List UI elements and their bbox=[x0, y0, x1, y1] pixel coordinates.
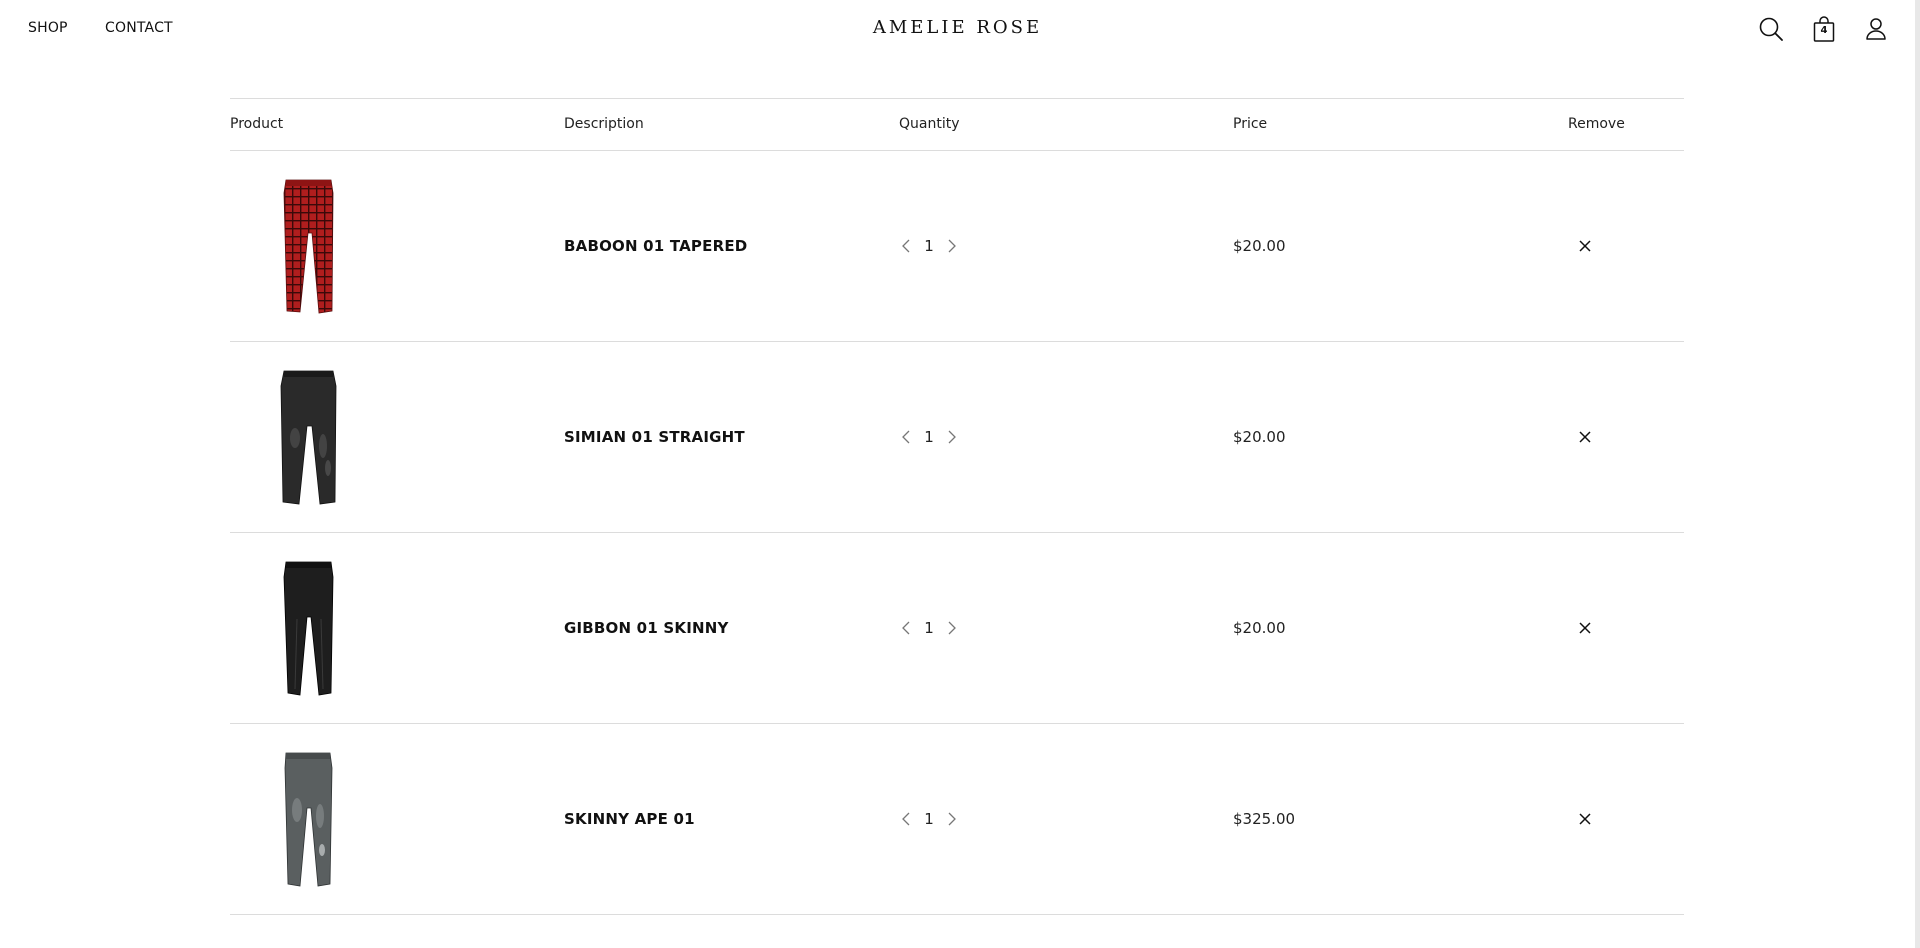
quantity-increase-button[interactable] bbox=[944, 235, 960, 257]
chevron-left-icon bbox=[902, 430, 910, 444]
quantity-increase-button[interactable] bbox=[944, 617, 960, 639]
product-name[interactable]: BABOON 01 TAPERED bbox=[564, 237, 747, 255]
search-button[interactable] bbox=[1757, 14, 1785, 44]
quantity-increase-button[interactable] bbox=[944, 426, 960, 448]
cart-button[interactable]: 4 bbox=[1810, 14, 1838, 44]
search-icon bbox=[1759, 17, 1783, 41]
remove-item-button[interactable] bbox=[1575, 427, 1595, 447]
product-name[interactable]: SIMIAN 01 STRAIGHT bbox=[564, 428, 745, 446]
brand-logo[interactable]: AMELIE ROSE bbox=[0, 17, 1915, 38]
quantity-value[interactable]: 1 bbox=[922, 619, 936, 637]
product-price: $20.00 bbox=[1233, 237, 1286, 255]
quantity-value[interactable]: 1 bbox=[922, 428, 936, 446]
remove-item-button[interactable] bbox=[1575, 809, 1595, 829]
table-row: BABOON 01 TAPERED 1 $20.00 bbox=[230, 151, 1684, 342]
product-image[interactable] bbox=[273, 559, 343, 697]
grey-distressed-jeans-image bbox=[284, 752, 333, 887]
close-icon bbox=[1579, 240, 1591, 252]
product-name[interactable]: SKINNY APE 01 bbox=[564, 810, 695, 828]
close-icon bbox=[1579, 813, 1591, 825]
table-row: GIBBON 01 SKINNY 1 $20.00 bbox=[230, 533, 1684, 724]
black-distressed-jeans-image bbox=[280, 370, 337, 505]
quantity-decrease-button[interactable] bbox=[898, 235, 914, 257]
vertical-scrollbar[interactable] bbox=[1915, 0, 1920, 948]
user-icon bbox=[1866, 18, 1886, 40]
table-header-row: Product Description Quantity Price Remov… bbox=[230, 98, 1684, 151]
account-button[interactable] bbox=[1862, 14, 1890, 44]
header-description: Description bbox=[564, 116, 644, 132]
product-price: $20.00 bbox=[1233, 428, 1286, 446]
chevron-right-icon bbox=[948, 812, 956, 826]
table-row: SKINNY APE 01 1 $325.00 bbox=[230, 724, 1684, 915]
chevron-left-icon bbox=[902, 239, 910, 253]
site-header: SHOP CONTACT AMELIE ROSE 4 bbox=[0, 0, 1915, 58]
header-product: Product bbox=[230, 116, 284, 132]
product-image[interactable] bbox=[273, 177, 343, 315]
chevron-right-icon bbox=[948, 621, 956, 635]
quantity-value[interactable]: 1 bbox=[922, 810, 936, 828]
quantity-decrease-button[interactable] bbox=[898, 426, 914, 448]
quantity-decrease-button[interactable] bbox=[898, 808, 914, 830]
cart-count-badge: 4 bbox=[1820, 25, 1828, 36]
header-quantity: Quantity bbox=[899, 116, 960, 132]
chevron-right-icon bbox=[948, 239, 956, 253]
remove-item-button[interactable] bbox=[1575, 236, 1595, 256]
header-remove: Remove bbox=[1568, 116, 1625, 132]
product-price: $20.00 bbox=[1233, 619, 1286, 637]
remove-item-button[interactable] bbox=[1575, 618, 1595, 638]
table-row: SIMIAN 01 STRAIGHT 1 $20.00 bbox=[230, 342, 1684, 533]
product-price: $325.00 bbox=[1233, 810, 1296, 828]
close-icon bbox=[1579, 431, 1591, 443]
product-name[interactable]: GIBBON 01 SKINNY bbox=[564, 619, 729, 637]
header-price: Price bbox=[1233, 116, 1268, 132]
quantity-value[interactable]: 1 bbox=[922, 237, 936, 255]
cart-table: Product Description Quantity Price Remov… bbox=[230, 98, 1684, 915]
product-image[interactable] bbox=[273, 750, 343, 888]
chevron-left-icon bbox=[902, 812, 910, 826]
black-skinny-jeans-image bbox=[283, 561, 334, 696]
quantity-decrease-button[interactable] bbox=[898, 617, 914, 639]
close-icon bbox=[1579, 622, 1591, 634]
product-image[interactable] bbox=[273, 368, 343, 506]
red-plaid-jeans-image bbox=[283, 179, 334, 314]
quantity-increase-button[interactable] bbox=[944, 808, 960, 830]
chevron-right-icon bbox=[948, 430, 956, 444]
chevron-left-icon bbox=[902, 621, 910, 635]
